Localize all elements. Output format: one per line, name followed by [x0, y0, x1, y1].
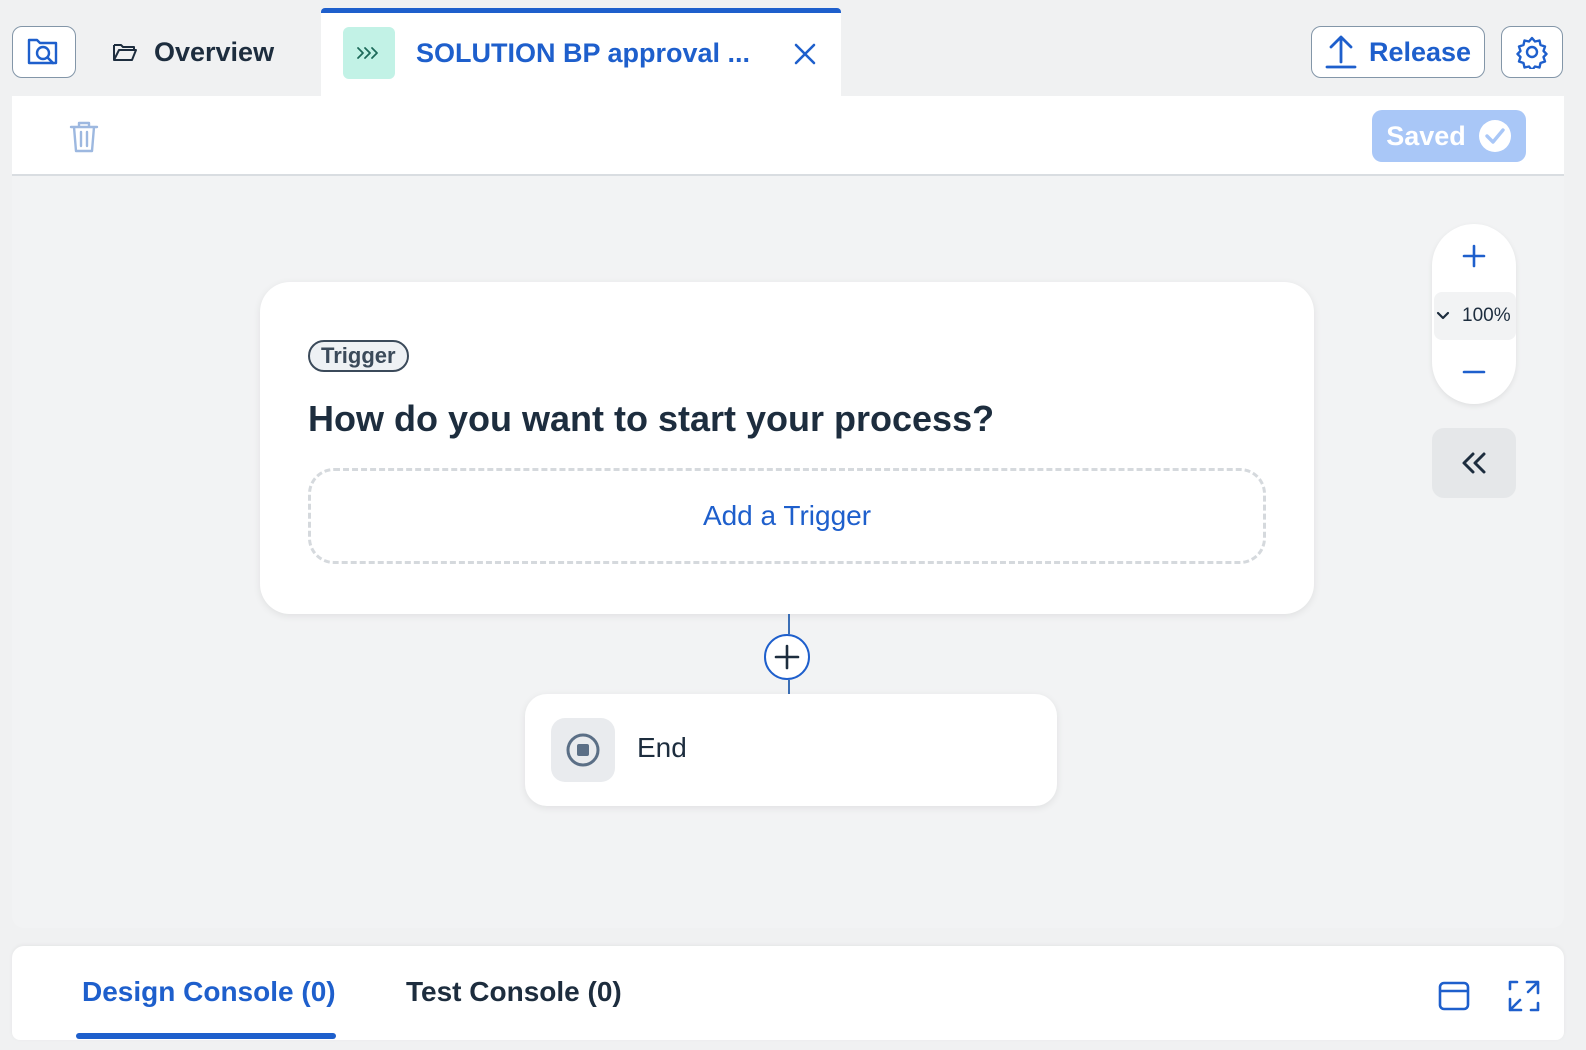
collapse-panel-button[interactable]	[1432, 428, 1516, 498]
add-step-button[interactable]	[764, 634, 810, 680]
tab-process-label: SOLUTION BP approval ...	[416, 38, 751, 68]
console-panel: Design Console (0) Test Console (0)	[12, 946, 1564, 1040]
dock-panel-button[interactable]	[1436, 978, 1472, 1014]
upload-icon	[1325, 35, 1357, 69]
tab-process[interactable]: SOLUTION BP approval ...	[321, 8, 841, 96]
tab-test-console[interactable]: Test Console (0)	[406, 976, 622, 1008]
zoom-control: 100%	[1432, 224, 1516, 404]
tab-design-console[interactable]: Design Console (0)	[82, 976, 336, 1008]
expand-console-button[interactable]	[1506, 978, 1542, 1014]
end-node-label: End	[637, 732, 687, 763]
delete-button[interactable]	[68, 120, 100, 154]
release-label: Release	[1368, 36, 1472, 67]
design-console-underline	[76, 1033, 336, 1039]
add-trigger-label: Add a Trigger	[702, 500, 872, 531]
trigger-title: How do you want to start your process?	[308, 398, 995, 439]
trash-icon	[69, 121, 99, 153]
checkmark-icon	[1478, 120, 1511, 152]
zoom-level-select[interactable]: 100%	[1434, 292, 1516, 340]
release-button[interactable]: Release	[1311, 26, 1485, 78]
saved-status-button: Saved	[1372, 110, 1526, 162]
close-icon	[794, 43, 816, 65]
zoom-out-icon	[1462, 370, 1486, 374]
folder-icon	[113, 44, 137, 61]
expand-icon	[1508, 980, 1540, 1012]
tab-overview-label: Overview	[154, 36, 275, 67]
saved-label: Saved	[1386, 120, 1466, 151]
search-button[interactable]	[12, 26, 76, 78]
editor-toolbar: Saved	[12, 96, 1564, 176]
zoom-level-value: 100%	[1462, 305, 1511, 326]
gear-icon	[1516, 36, 1548, 69]
close-tab-button[interactable]	[789, 38, 821, 70]
zoom-out-button[interactable]	[1454, 352, 1494, 392]
trigger-badge: Trigger	[308, 340, 409, 372]
canvas-panel: Saved 100% Trigger How do you want to st…	[12, 96, 1564, 928]
tab-overview[interactable]: Overview	[112, 28, 274, 76]
top-tab-bar: Overview SOLUTION BP approval ... Releas…	[0, 0, 1586, 96]
end-node[interactable]: End	[525, 694, 1057, 806]
double-chevron-left-icon	[1462, 452, 1486, 474]
zoom-in-icon	[1462, 244, 1486, 268]
panel-icon	[1438, 981, 1470, 1011]
plus-circle-icon	[774, 644, 800, 670]
search-icon	[27, 38, 58, 65]
trigger-card: Trigger How do you want to start your pr…	[260, 282, 1314, 614]
connector-line-top	[788, 614, 790, 634]
add-trigger-button[interactable]: Add a Trigger	[308, 468, 1266, 564]
stop-icon	[551, 718, 615, 782]
chevron-down-icon	[1436, 311, 1450, 320]
settings-button[interactable]	[1501, 26, 1563, 78]
process-icon	[343, 27, 395, 79]
zoom-in-button[interactable]	[1454, 236, 1494, 276]
